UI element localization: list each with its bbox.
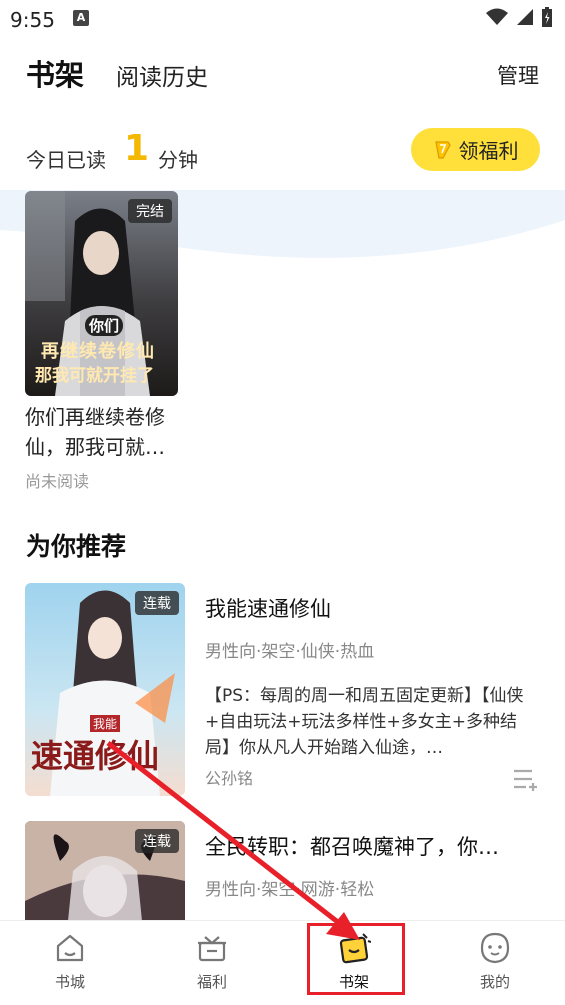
recommend-heading: 为你推荐 (26, 532, 127, 561)
status-badge: 连载 (135, 591, 179, 615)
signal-icon (517, 9, 533, 25)
nav-label: 书城 (54, 973, 85, 991)
highlight-box (307, 923, 405, 995)
nav-item-me[interactable]: 我的 (455, 931, 535, 992)
status-icons (485, 6, 553, 28)
recommend-author: 公孙铭 (205, 769, 254, 788)
profile-icon (480, 932, 510, 964)
recommend-title[interactable]: 全民转职：都召唤魔神了，你… (205, 831, 499, 861)
today-read-label: 今日已读 (26, 148, 106, 172)
nav-label: 福利 (196, 973, 227, 991)
cover-title-top: 你们 (85, 315, 124, 336)
today-reading-row: 今日已读 1 分钟 领福利 (0, 124, 565, 180)
add-to-shelf-icon[interactable] (512, 766, 540, 792)
tab-bookshelf[interactable]: 书架 (26, 52, 84, 94)
cover-title-mid: 再继续卷修仙 (41, 341, 155, 362)
book-cover[interactable]: 你们 再继续卷修仙 那我可就开挂了 完结 (25, 191, 178, 396)
status-bar: 9:55 A (0, 0, 565, 40)
claim-welfare-button[interactable]: 领福利 (411, 128, 540, 171)
manage-button[interactable]: 管理 (497, 60, 539, 90)
recommend-item[interactable]: 连载 全民转职：都召唤魔神了，你… 男性向·架空·网游·轻松 (25, 821, 545, 921)
recommend-genre: 男性向·架空·仙侠·热血 (205, 642, 375, 662)
cover-small-title: 我能 (90, 715, 121, 732)
nav-item-welfare[interactable]: 福利 (172, 931, 252, 992)
shelf-book-card[interactable]: 你们 再继续卷修仙 那我可就开挂了 完结 你们再继续卷修仙，那我可就… 尚未阅读 (25, 191, 180, 492)
nav-item-bookstore[interactable]: 书城 (30, 931, 110, 992)
today-read-minutes: 1 (124, 128, 150, 169)
wifi-icon (486, 8, 508, 25)
status-badge: 完结 (128, 199, 172, 223)
recommend-genre: 男性向·架空·网游·轻松 (205, 880, 375, 900)
tab-reading-history[interactable]: 阅读历史 (116, 58, 208, 92)
gift-icon (198, 936, 226, 962)
cover-main-title: 速通修仙 (31, 737, 160, 775)
recommend-title[interactable]: 我能速通修仙 (205, 593, 331, 623)
nav-label: 我的 (479, 973, 510, 991)
claim-welfare-label: 领福利 (458, 139, 519, 163)
recommend-cover[interactable]: 连载 (25, 821, 185, 921)
coin-icon (434, 140, 451, 159)
top-tabs: 书架 阅读历史 管理 (0, 52, 565, 96)
battery-icon (542, 7, 552, 27)
recommend-item[interactable]: 我能 速通修仙 连载 我能速通修仙 男性向·架空·仙侠·热血 【PS：每周的周一… (25, 583, 545, 798)
book-title[interactable]: 你们再继续卷修仙，那我可就… (25, 402, 185, 462)
status-badge: 连载 (135, 829, 179, 853)
bottom-nav: 书城 福利 书架 我的 (0, 920, 565, 1005)
home-icon (56, 934, 84, 962)
today-read-unit: 分钟 (158, 148, 198, 172)
status-time: 9:55 (10, 8, 55, 32)
recommend-description: 【PS：每周的周一和周五固定更新】【仙侠+自由玩法+玩法多样性+多女主+多种结局… (205, 686, 524, 758)
cover-title-bottom: 那我可就开挂了 (35, 366, 154, 386)
recommend-cover[interactable]: 我能 速通修仙 连载 (25, 583, 185, 796)
notification-icon: A (73, 10, 89, 26)
book-read-status: 尚未阅读 (25, 472, 90, 491)
